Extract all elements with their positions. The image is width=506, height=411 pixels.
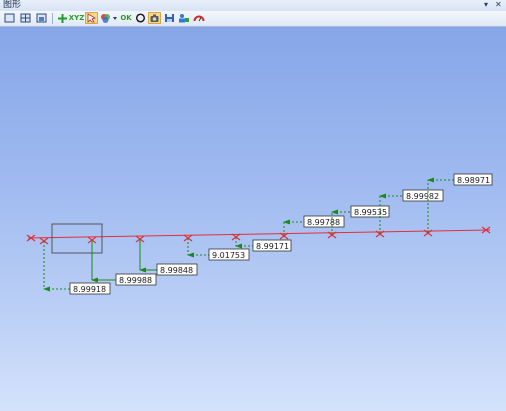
gauge-icon[interactable] [192,12,205,24]
measurement-value: 8.99788 [307,218,340,227]
toolbar-separator [52,13,53,24]
select-tool-icon[interactable] [85,12,98,24]
profile-line [27,229,491,239]
measurement-value: 8.99848 [160,266,193,275]
leader-arrow [427,177,434,183]
dropdown-arrow-icon[interactable] [112,12,118,24]
ok-icon[interactable]: OK [120,12,132,24]
color-icon[interactable] [100,12,111,24]
save-icon[interactable] [163,12,175,24]
graphics-canvas[interactable]: 8.99918 8.99988 8.99848 9.01753 8.99171 8.997… [0,27,506,411]
circle-icon[interactable] [134,12,146,24]
pin-icon[interactable]: ▾ [484,0,488,11]
measurement-value: 8.99982 [406,192,439,201]
view-multi-icon[interactable] [19,12,32,24]
measurement-value: 8.99988 [119,276,152,285]
close-icon[interactable]: ✕ [495,0,502,11]
view-fit-icon[interactable] [35,12,48,24]
measurement-value: 8.99171 [256,242,289,251]
person-icon[interactable] [177,12,190,24]
ok-label: OK [120,14,132,22]
leader-arrow [43,286,50,292]
leader-arrow [235,243,242,249]
measurement-value: 8.98971 [457,176,490,185]
camera-icon[interactable] [148,12,161,24]
leader-arrow [187,252,194,258]
graphics-panel: 图形 ▾ ✕ XYZ OK 8.99918 8.99988 8.99848 9.… [0,0,506,411]
xyz-label: XYZ [68,14,85,22]
xyz-icon[interactable]: XYZ [68,12,85,24]
add-point-icon[interactable] [56,12,68,24]
measurement-value: 8.99918 [73,285,106,294]
panel-title: 图形 [3,0,22,10]
measurement-value: 9.01753 [212,251,245,260]
toolbar: XYZ OK [0,11,506,27]
measurement-drawing: 8.99918 8.99988 8.99848 9.01753 8.99171 8.997… [26,173,493,295]
measurement-value: 8.99535 [354,208,387,217]
view-single-icon[interactable] [3,12,16,24]
